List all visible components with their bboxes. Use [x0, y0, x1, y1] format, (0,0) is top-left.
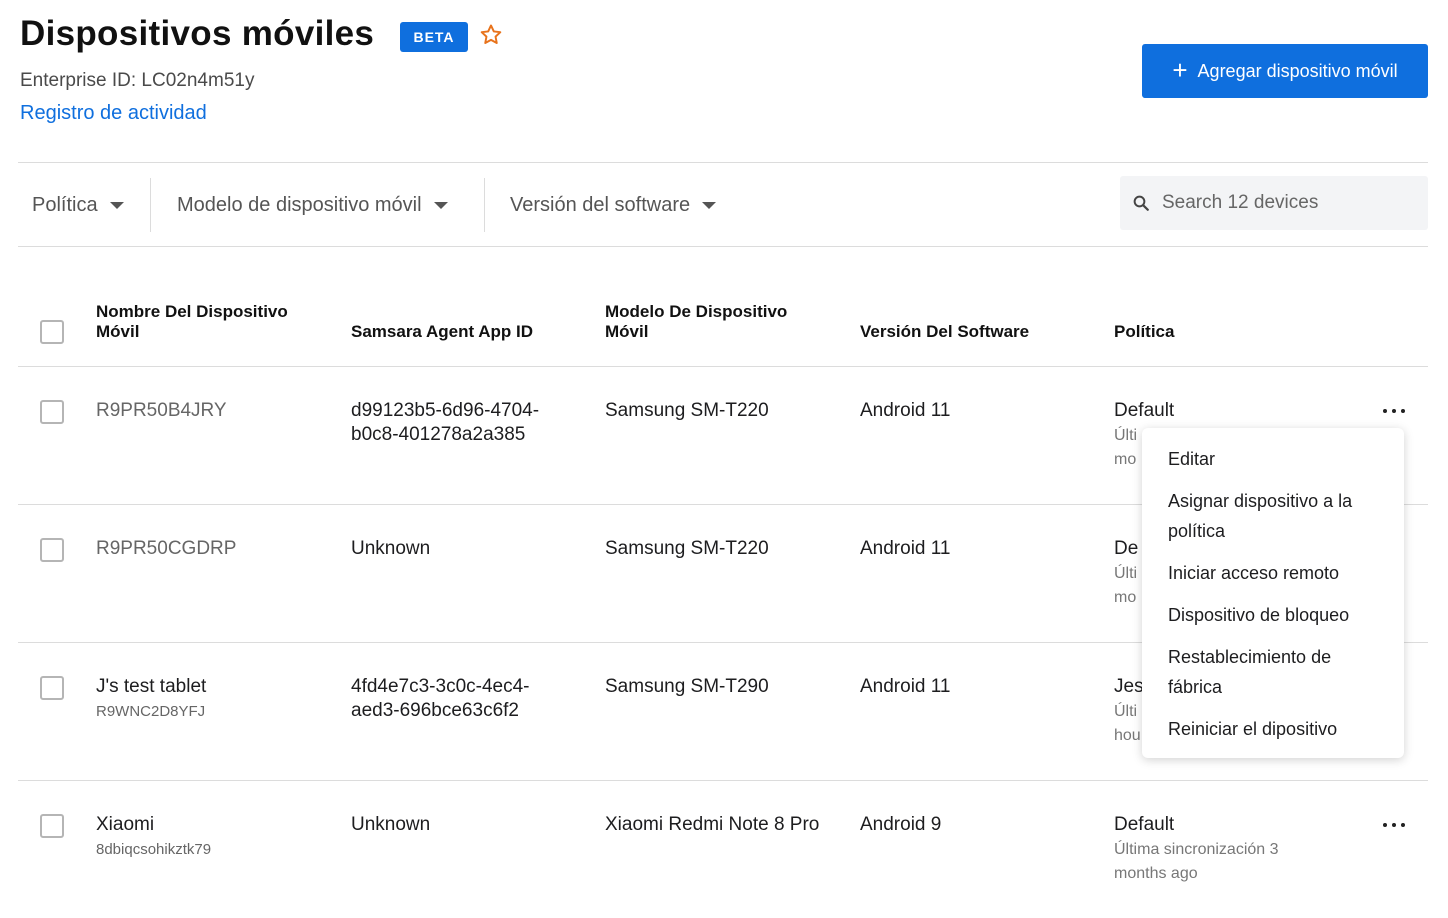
caret-down-icon: [109, 201, 124, 209]
menu-item-label: política: [1168, 521, 1226, 541]
software-version: Android 11: [860, 676, 951, 697]
filter-software-label: Versión del software: [510, 193, 691, 216]
agent-id: Unknown: [351, 814, 431, 835]
software-version: Android 11: [860, 538, 951, 559]
device-name[interactable]: Xiaomi: [96, 813, 154, 837]
menu-item-factory-reset[interactable]: Restablecimiento de fábrica: [1142, 642, 1404, 702]
menu-item-label: Asignar dispositivo a la: [1168, 491, 1353, 511]
device-name[interactable]: J's test tablet: [96, 675, 206, 699]
last-sync: months ago: [1114, 865, 1198, 882]
policy-name: Jes: [1114, 676, 1144, 697]
last-sync: Últi: [1114, 565, 1138, 582]
policy-name: Default: [1114, 400, 1175, 421]
software-version: Android 11: [860, 400, 951, 421]
beta-badge: BETA: [400, 22, 468, 52]
agent-id: Unknown: [351, 538, 431, 559]
column-header-model[interactable]: Modelo De Dispositivo Móvil: [605, 302, 825, 342]
divider: [18, 366, 1428, 367]
menu-item-restart-device[interactable]: Reiniciar el dipositivo: [1142, 714, 1404, 744]
row-checkbox[interactable]: [40, 676, 64, 700]
device-model: Samsung SM-T290: [605, 676, 769, 697]
menu-item-lock-device[interactable]: Dispositivo de bloqueo: [1142, 600, 1404, 630]
more-options-icon[interactable]: [1382, 406, 1406, 416]
filter-model-label: Modelo de dispositivo móvil: [177, 193, 422, 216]
activity-log-link[interactable]: Registro de actividad: [20, 102, 207, 125]
column-header-name[interactable]: Nombre Del Dispositivo Móvil: [96, 302, 326, 342]
column-header-policy[interactable]: Política: [1114, 322, 1174, 342]
menu-item-remote-access[interactable]: Iniciar acceso remoto: [1142, 558, 1404, 588]
last-sync: mo: [1114, 589, 1137, 606]
menu-item-label: Restablecimiento de: [1168, 647, 1332, 667]
device-model: Xiaomi Redmi Note 8 Pro: [605, 814, 820, 835]
last-sync: Última sincronización 3: [1114, 841, 1279, 858]
last-sync: Últi: [1114, 703, 1138, 720]
policy-name: Default: [1114, 814, 1175, 835]
software-version: Android 9: [860, 814, 942, 835]
search-input[interactable]: [1162, 192, 1412, 214]
last-sync: hou: [1114, 727, 1141, 744]
row-checkbox[interactable]: [40, 538, 64, 562]
add-mobile-device-button[interactable]: + Agregar dispositivo móvil: [1142, 44, 1428, 98]
filter-separator: [150, 178, 151, 232]
column-header-software[interactable]: Versión Del Software: [860, 322, 1029, 342]
device-name[interactable]: R9PR50B4JRY: [96, 399, 227, 423]
last-sync: Últi: [1114, 427, 1138, 444]
agent-id: 4fd4e7c3-3c0c-4ec4-: [351, 676, 530, 697]
plus-icon: +: [1172, 55, 1188, 85]
filter-device-model[interactable]: Modelo de dispositivo móvil: [177, 178, 448, 232]
more-options-icon[interactable]: [1382, 820, 1406, 830]
last-sync: mo: [1114, 451, 1137, 468]
menu-item-assign-policy[interactable]: Asignar dispositivo a la política: [1142, 486, 1404, 546]
device-serial: R9WNC2D8YFJ: [96, 703, 206, 720]
policy-name: De: [1114, 538, 1139, 559]
device-serial: 8dbiqcsohikztk79: [96, 841, 212, 858]
divider: [18, 780, 1428, 781]
caret-down-icon: [433, 201, 448, 209]
filter-policy-label: Política: [32, 193, 98, 216]
filter-separator: [484, 178, 485, 232]
page-title: Dispositivos móviles: [20, 14, 375, 53]
device-model: Samsung SM-T220: [605, 400, 769, 421]
device-name[interactable]: R9PR50CGDRP: [96, 537, 236, 561]
agent-id: d99123b5-6d96-4704-: [351, 400, 540, 421]
divider: [18, 162, 1428, 163]
select-all-checkbox[interactable]: [40, 320, 64, 344]
search-box: [1120, 176, 1428, 230]
enterprise-id: Enterprise ID: LC02n4m51y: [20, 70, 255, 91]
search-icon: [1133, 195, 1149, 211]
agent-id: aed3-696bce63c6f2: [351, 700, 519, 721]
star-icon[interactable]: [478, 22, 504, 48]
column-header-agent-id[interactable]: Samsara Agent App ID: [351, 322, 533, 342]
row-checkbox[interactable]: [40, 814, 64, 838]
caret-down-icon: [702, 201, 717, 209]
menu-item-label: fábrica: [1168, 677, 1223, 697]
device-model: Samsung SM-T220: [605, 538, 769, 559]
row-actions-menu: Editar Asignar dispositivo a la política…: [1142, 428, 1404, 758]
row-checkbox[interactable]: [40, 400, 64, 424]
divider: [18, 246, 1428, 247]
agent-id: b0c8-401278a2a385: [351, 424, 526, 445]
menu-item-edit[interactable]: Editar: [1142, 444, 1404, 474]
filter-policy[interactable]: Política: [32, 178, 124, 232]
add-button-label: Agregar dispositivo móvil: [1197, 60, 1398, 81]
filter-software-version[interactable]: Versión del software: [510, 178, 717, 232]
